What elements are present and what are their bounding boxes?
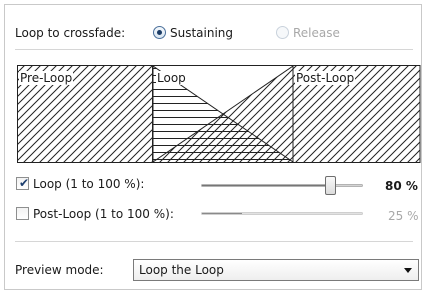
loop-label: Loop bbox=[156, 71, 187, 85]
radio-sustaining-label: Sustaining bbox=[170, 26, 234, 40]
preview-mode-label: Preview mode: bbox=[15, 263, 104, 277]
separator bbox=[15, 241, 413, 242]
post-loop-checkbox-label: Post-Loop (1 to 100 %): bbox=[33, 207, 174, 221]
separator bbox=[15, 49, 413, 50]
loop-slider-track[interactable] bbox=[201, 184, 363, 187]
post-loop-value: 25 % bbox=[388, 209, 419, 223]
loop-checkbox[interactable]: ✔ Loop (1 to 100 %): bbox=[16, 176, 186, 192]
radio-release[interactable]: Release bbox=[276, 25, 366, 41]
post-loop-slider[interactable] bbox=[201, 206, 363, 222]
post-loop-checkbox-box[interactable] bbox=[16, 207, 29, 220]
post-loop-checkbox[interactable]: Post-Loop (1 to 100 %): bbox=[16, 206, 201, 222]
post-loop-slider-fill bbox=[202, 213, 242, 214]
loop-value: 80 % bbox=[385, 179, 418, 193]
loop-slider-thumb[interactable] bbox=[325, 176, 336, 195]
chevron-down-icon[interactable] bbox=[404, 268, 412, 273]
post-loop-label: Post-Loop bbox=[295, 71, 356, 85]
checkmark-icon: ✔ bbox=[19, 176, 30, 190]
pre-loop-label: Pre-Loop bbox=[19, 71, 74, 85]
preview-mode-value: Loop the Loop bbox=[139, 263, 224, 277]
loop-checkbox-box[interactable]: ✔ bbox=[16, 176, 30, 190]
crossfade-label: Loop to crossfade: bbox=[15, 26, 126, 40]
radio-sustaining-circle[interactable] bbox=[153, 26, 166, 39]
post-loop-slider-track[interactable] bbox=[201, 212, 363, 215]
preview-mode-select[interactable]: Loop the Loop bbox=[133, 259, 419, 281]
crossfade-diagram: Pre-Loop Loop Post-Loop bbox=[17, 65, 421, 163]
radio-release-label: Release bbox=[293, 26, 340, 40]
radio-release-circle[interactable] bbox=[276, 26, 289, 39]
loop-slider[interactable] bbox=[201, 176, 363, 196]
loop-checkbox-label: Loop (1 to 100 %): bbox=[33, 177, 145, 191]
crossfade-diagram-graphic bbox=[17, 65, 421, 163]
radio-sustaining[interactable]: Sustaining bbox=[153, 25, 253, 41]
loop-crossfade-panel: Loop to crossfade: Sustaining Release Pr… bbox=[4, 4, 422, 290]
loop-slider-fill bbox=[202, 185, 330, 186]
